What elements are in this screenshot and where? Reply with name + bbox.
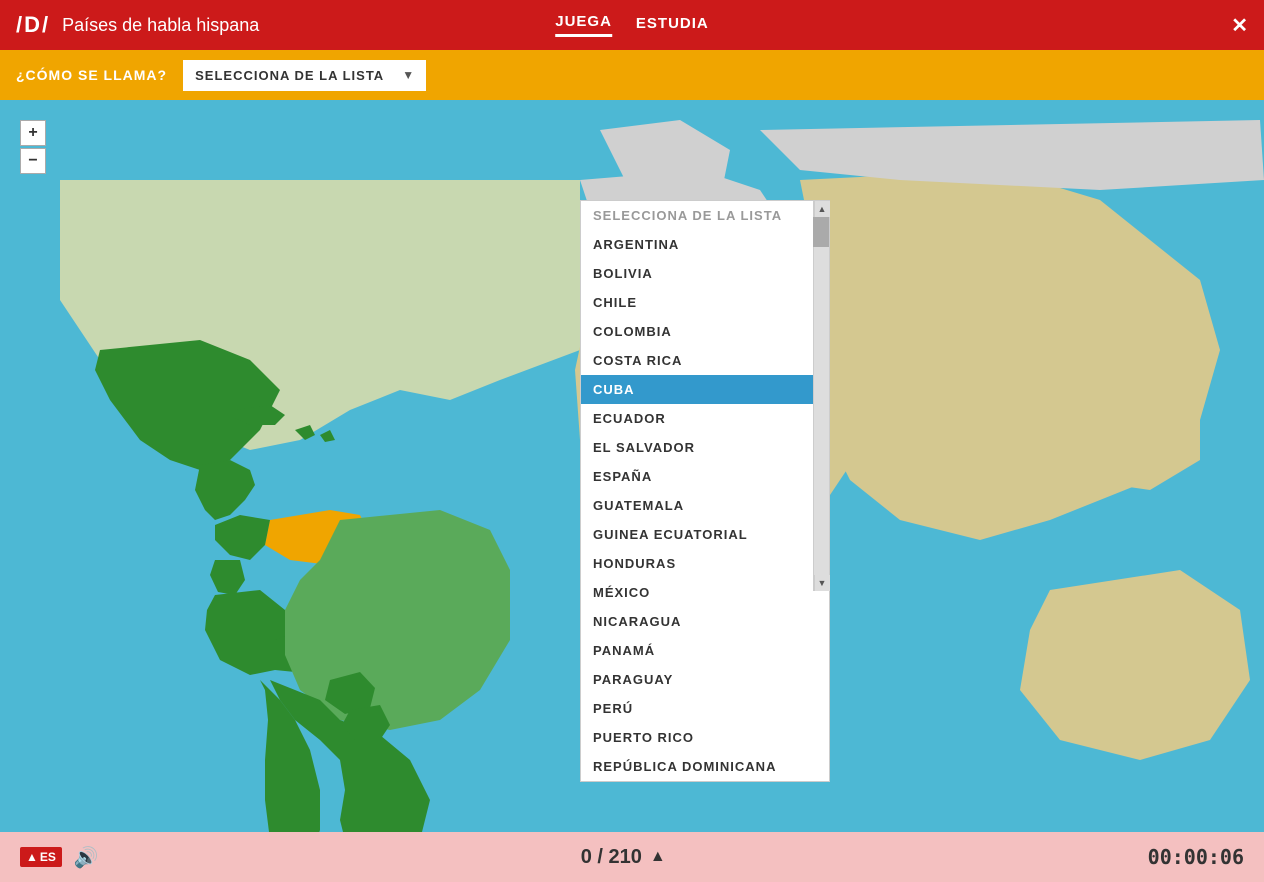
close-button[interactable]: ✕: [1231, 13, 1248, 38]
header: /D/ Países de habla hispana JUEGA ESTUDI…: [0, 0, 1264, 50]
zoom-controls: + −: [20, 120, 46, 174]
footer: ▲ ES 🔊 0 / 210 ▲ 00:00:06: [0, 832, 1264, 882]
list-item[interactable]: PANAMÁ: [581, 636, 829, 665]
country-select[interactable]: SELECCIONA DE LA LISTA: [183, 60, 426, 91]
speaker-icon[interactable]: 🔊: [74, 845, 99, 870]
timer-display: 00:00:06: [1148, 845, 1244, 869]
zoom-out-button[interactable]: −: [20, 148, 46, 174]
score-display: 0 / 210 ▲: [581, 846, 666, 869]
list-item[interactable]: MÉXICO: [581, 578, 829, 607]
list-item[interactable]: COSTA RICA: [581, 346, 829, 375]
nav-juega[interactable]: JUEGA: [555, 13, 612, 37]
list-item[interactable]: PERÚ: [581, 694, 829, 723]
list-item[interactable]: NICARAGUA: [581, 607, 829, 636]
list-item[interactable]: ECUADOR: [581, 404, 829, 433]
dropdown-container: SELECCIONA DE LA LISTA ▼: [183, 60, 426, 91]
list-item[interactable]: ESPAÑA: [581, 462, 829, 491]
score-arrow-icon[interactable]: ▲: [650, 848, 666, 866]
question-label: ¿CÓMO SE LLAMA?: [16, 67, 167, 83]
list-item[interactable]: CUBA: [581, 375, 829, 404]
scrollbar-track: ▲ ▼: [813, 201, 829, 591]
list-item[interactable]: COLOMBIA: [581, 317, 829, 346]
list-item[interactable]: PARAGUAY: [581, 665, 829, 694]
list-item[interactable]: BOLIVIA: [581, 259, 829, 288]
list-item[interactable]: HONDURAS: [581, 549, 829, 578]
list-item[interactable]: SELECCIONA DE LA LISTA: [581, 201, 829, 230]
header-left: /D/ Países de habla hispana: [16, 12, 259, 38]
list-items-container: SELECCIONA DE LA LISTAARGENTINABOLIVIACH…: [581, 201, 829, 781]
list-item[interactable]: PUERTO RICO: [581, 723, 829, 752]
list-item[interactable]: EL SALVADOR: [581, 433, 829, 462]
app-title: Países de habla hispana: [62, 15, 259, 36]
question-bar: ¿CÓMO SE LLAMA? SELECCIONA DE LA LISTA ▼: [0, 50, 1264, 100]
list-item[interactable]: GUINEA ECUATORIAL: [581, 520, 829, 549]
zoom-in-button[interactable]: +: [20, 120, 46, 146]
logo: /D/: [16, 12, 50, 38]
list-item[interactable]: REPÚBLICA DOMINICANA: [581, 752, 829, 781]
lang-label: ES: [40, 850, 56, 864]
list-item[interactable]: ARGENTINA: [581, 230, 829, 259]
score-value: 0 / 210: [581, 846, 642, 869]
footer-left: ▲ ES 🔊: [20, 845, 99, 870]
list-item[interactable]: GUATEMALA: [581, 491, 829, 520]
se-asia-map: [1050, 380, 1200, 490]
map-area: + −: [0, 100, 1264, 882]
dropdown-list: SELECCIONA DE LA LISTAARGENTINABOLIVIACH…: [580, 200, 830, 782]
scrollbar-down-arrow[interactable]: ▼: [814, 575, 830, 591]
language-badge[interactable]: ▲ ES: [20, 847, 62, 867]
nav-estudia[interactable]: ESTUDIA: [636, 15, 709, 36]
list-item[interactable]: CHILE: [581, 288, 829, 317]
header-nav: JUEGA ESTUDIA: [555, 13, 709, 37]
scrollbar-thumb[interactable]: [813, 217, 829, 247]
scrollbar-up-arrow[interactable]: ▲: [814, 201, 830, 217]
lang-arrow-icon: ▲: [26, 850, 38, 864]
australia-map: [1020, 570, 1250, 760]
